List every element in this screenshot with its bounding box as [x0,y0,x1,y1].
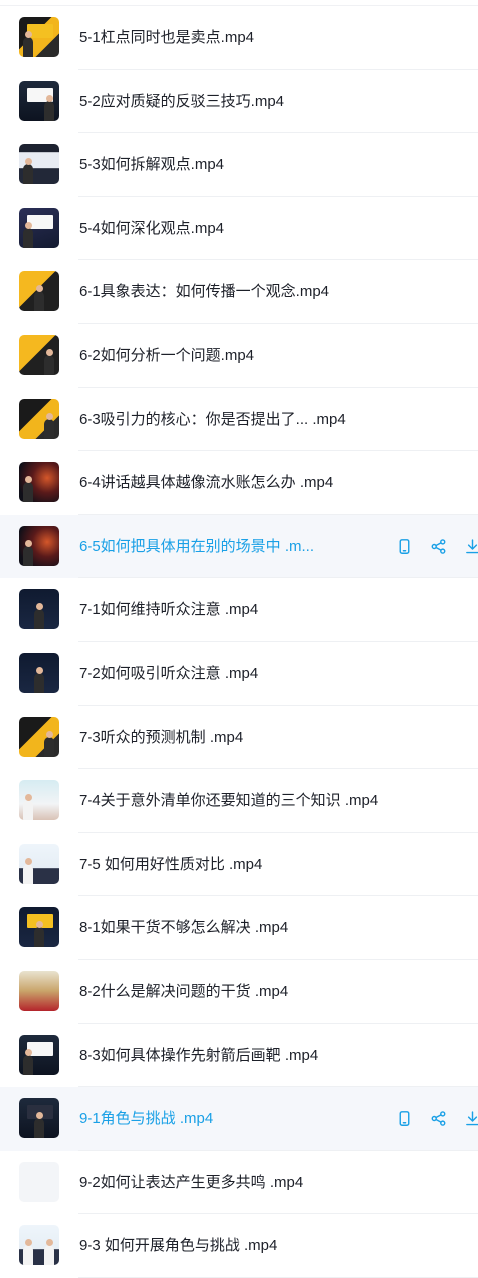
thumbnail-presenter [23,1239,33,1266]
file-row[interactable]: 7-2如何吸引听众注意 .mp4 [0,642,478,706]
file-name[interactable]: 6-1具象表达：如何传播一个观念.mp4 [79,260,329,324]
file-row[interactable]: 9-2如何让表达产生更多共鸣 .mp4 [0,1151,478,1215]
thumbnail-presenter [34,1112,44,1139]
video-thumbnail [19,17,59,57]
video-thumbnail [19,907,59,948]
file-name[interactable]: 5-1杠点同时也是卖点.mp4 [79,6,254,70]
video-thumbnail [19,1034,59,1075]
file-row[interactable]: 6-5如何把具体用在别的场景中 .m... [0,514,478,579]
download-icon[interactable] [464,538,478,555]
video-thumbnail [19,843,59,884]
download-icon[interactable] [464,1110,478,1127]
file-row[interactable]: 9-1角色与挑战 .mp4 [0,1087,478,1151]
file-list: 5-1杠点同时也是卖点.mp4 5-2应对质疑的反驳三技巧.mp4 5-3如何拆解观… [0,6,478,1278]
file-name[interactable]: 9-1角色与挑战 .mp4 [79,1087,213,1151]
file-name[interactable]: 6-4讲话越具体越像流水账怎么办 .mp4 [79,451,333,515]
video-thumbnail [19,970,59,1011]
file-name[interactable]: 9-2如何让表达产生更多共鸣 .mp4 [79,1151,303,1215]
file-row[interactable]: 6-2如何分析一个问题.mp4 [0,324,478,388]
video-thumbnail [19,334,59,375]
file-row[interactable]: 6-1具象表达：如何传播一个观念.mp4 [0,260,478,324]
file-name[interactable]: 7-4关于意外清单你还要知道的三个知识 .mp4 [79,769,378,833]
video-thumbnail [19,716,59,757]
thumbnail-presenter [34,666,44,693]
thumbnail-presenter [23,31,33,57]
video-thumbnail [19,462,59,503]
file-row[interactable]: 6-3吸引力的核心：你是否提出了... .mp4 [0,388,478,452]
file-name[interactable]: 6-2如何分析一个问题.mp4 [79,324,254,388]
video-thumbnail [19,144,59,185]
thumbnail-presenter [34,285,44,312]
file-name[interactable]: 5-2应对质疑的反驳三技巧.mp4 [79,70,284,134]
thumbnail-presenter [23,1048,33,1075]
thumbnail-presenter [23,539,33,566]
thumbnail-presenter [23,158,33,185]
video-thumbnail [19,652,59,693]
phone-icon[interactable] [396,1110,413,1127]
file-row[interactable]: 6-4讲话越具体越像流水账怎么办 .mp4 [0,451,478,515]
file-row[interactable]: 7-1如何维持听众注意 .mp4 [0,578,478,642]
file-name[interactable]: 7-1如何维持听众注意 .mp4 [79,578,258,642]
thumbnail-presenter [34,921,44,948]
thumbnail-presenter [44,1239,54,1266]
file-row[interactable]: 8-1如果干货不够怎么解决 .mp4 [0,896,478,960]
thumbnail-presenter [44,412,54,439]
file-name[interactable]: 5-4如何深化观点.mp4 [79,197,224,261]
video-thumbnail [19,1098,59,1139]
video-thumbnail [19,398,59,439]
video-thumbnail [19,589,59,630]
file-name[interactable]: 8-2什么是解决问题的干货 .mp4 [79,960,288,1024]
file-name[interactable]: 7-3听众的预测机制 .mp4 [79,706,243,770]
video-thumbnail [19,271,59,312]
video-thumbnail [19,1225,59,1266]
file-row[interactable]: 5-4如何深化观点.mp4 [0,197,478,261]
file-name[interactable]: 5-3如何拆解观点.mp4 [79,133,224,197]
file-name[interactable]: 6-3吸引力的核心：你是否提出了... .mp4 [79,388,346,452]
file-row[interactable]: 7-5 如何用好性质对比 .mp4 [0,833,478,897]
thumbnail-presenter [44,348,54,375]
phone-icon[interactable] [396,538,413,555]
file-name[interactable]: 9-3 如何开展角色与挑战 .mp4 [79,1214,277,1278]
file-row[interactable]: 5-2应对质疑的反驳三技巧.mp4 [0,70,478,134]
video-thumbnail [19,80,59,121]
thumbnail-presenter [23,221,33,248]
row-actions [396,515,478,579]
file-name[interactable]: 7-5 如何用好性质对比 .mp4 [79,833,262,897]
video-thumbnail [19,780,59,821]
video-thumbnail [19,525,59,566]
file-row[interactable]: 9-3 如何开展角色与挑战 .mp4 [0,1214,478,1278]
thumbnail-presenter [44,730,54,757]
video-thumbnail [19,207,59,248]
file-name[interactable]: 7-2如何吸引听众注意 .mp4 [79,642,258,706]
video-thumbnail [19,1161,59,1202]
file-row[interactable]: 5-1杠点同时也是卖点.mp4 [0,6,478,70]
file-row[interactable]: 7-3听众的预测机制 .mp4 [0,706,478,770]
file-row[interactable]: 5-3如何拆解观点.mp4 [0,133,478,197]
thumbnail-presenter [23,794,33,821]
file-row[interactable]: 8-3如何具体操作先射箭后画靶 .mp4 [0,1024,478,1088]
share-icon[interactable] [430,1110,447,1127]
file-name[interactable]: 6-5如何把具体用在别的场景中 .m... [79,515,314,579]
thumbnail-presenter [23,857,33,884]
thumbnail-presenter [34,603,44,630]
file-row[interactable]: 7-4关于意外清单你还要知道的三个知识 .mp4 [0,769,478,833]
thumbnail-presenter [44,94,54,121]
row-actions [396,1087,478,1151]
file-row[interactable]: 8-2什么是解决问题的干货 .mp4 [0,960,478,1024]
thumbnail-presenter [23,476,33,503]
file-name[interactable]: 8-3如何具体操作先射箭后画靶 .mp4 [79,1024,318,1088]
file-name[interactable]: 8-1如果干货不够怎么解决 .mp4 [79,896,288,960]
share-icon[interactable] [430,538,447,555]
